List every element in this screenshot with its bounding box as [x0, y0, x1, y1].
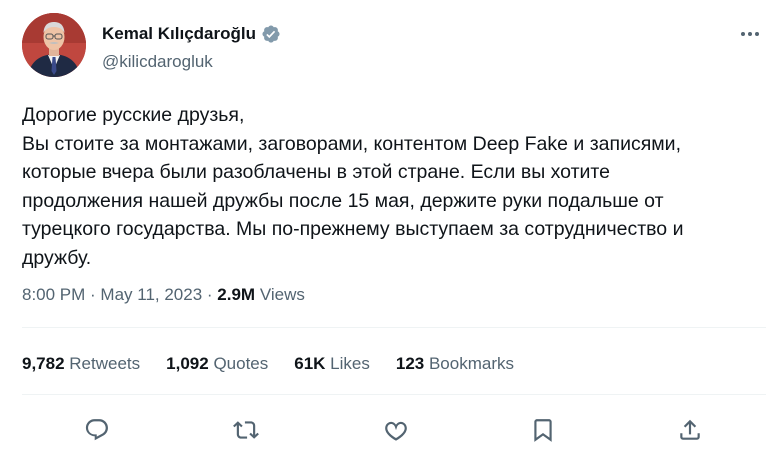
- divider: [22, 327, 766, 328]
- engagement-stats: 9,782 Retweets 1,092 Quotes 61K Likes 12…: [22, 354, 540, 374]
- avatar-image: [22, 13, 86, 77]
- avatar[interactable]: [22, 13, 86, 77]
- tweet-date[interactable]: May 11, 2023: [100, 285, 202, 304]
- likes-count: 61K: [294, 354, 326, 373]
- verified-badge-icon: [261, 24, 281, 44]
- divider: [22, 394, 766, 395]
- retweets-stat[interactable]: 9,782 Retweets: [22, 354, 140, 374]
- share-button[interactable]: [675, 416, 705, 444]
- views-count: 2.9M: [217, 285, 256, 304]
- bookmarks-stat[interactable]: 123 Bookmarks: [396, 354, 514, 374]
- quotes-label: Quotes: [213, 354, 269, 373]
- share-icon: [680, 419, 700, 440]
- retweets-count: 9,782: [22, 354, 65, 373]
- tweet-text: Дорогие русские друзья, Вы стоите за мон…: [22, 101, 722, 272]
- bookmark-icon: [534, 419, 552, 442]
- bookmark-button[interactable]: [528, 416, 558, 444]
- likes-label: Likes: [330, 354, 370, 373]
- likes-stat[interactable]: 61K Likes: [294, 354, 370, 374]
- retweets-label: Retweets: [69, 354, 141, 373]
- quotes-stat[interactable]: 1,092 Quotes: [166, 354, 268, 374]
- tweet: Kemal Kılıçdaroğlu @kilicdarogluk Дороги…: [0, 0, 780, 476]
- bookmarks-label: Bookmarks: [428, 354, 514, 373]
- like-icon: [385, 421, 407, 441]
- meta-separator: ·: [202, 285, 218, 304]
- tweet-time[interactable]: 8:00 PM: [22, 285, 85, 304]
- bookmarks-count: 123: [395, 354, 425, 373]
- author-name[interactable]: Kemal Kılıçdaroğlu: [102, 24, 256, 44]
- retweet-icon: [233, 421, 259, 439]
- tweet-body: Вы стоите за монтажами, заговорами, конт…: [22, 132, 684, 269]
- like-button[interactable]: [381, 416, 411, 444]
- tweet-greeting: Дорогие русские друзья,: [22, 104, 245, 126]
- views-label: Views: [259, 285, 305, 304]
- reply-icon: [85, 419, 108, 441]
- tweet-meta: 8:00 PM · May 11, 2023 · 2.9M Views: [22, 285, 305, 305]
- author-handle[interactable]: @kilicdarogluk: [102, 52, 213, 72]
- author-name-row: Kemal Kılıçdaroğlu: [102, 24, 281, 44]
- more-options-icon[interactable]: [738, 24, 762, 44]
- retweet-button[interactable]: [231, 416, 261, 444]
- reply-button[interactable]: [82, 416, 112, 444]
- quotes-count: 1,092: [166, 354, 209, 373]
- meta-separator: ·: [85, 285, 101, 304]
